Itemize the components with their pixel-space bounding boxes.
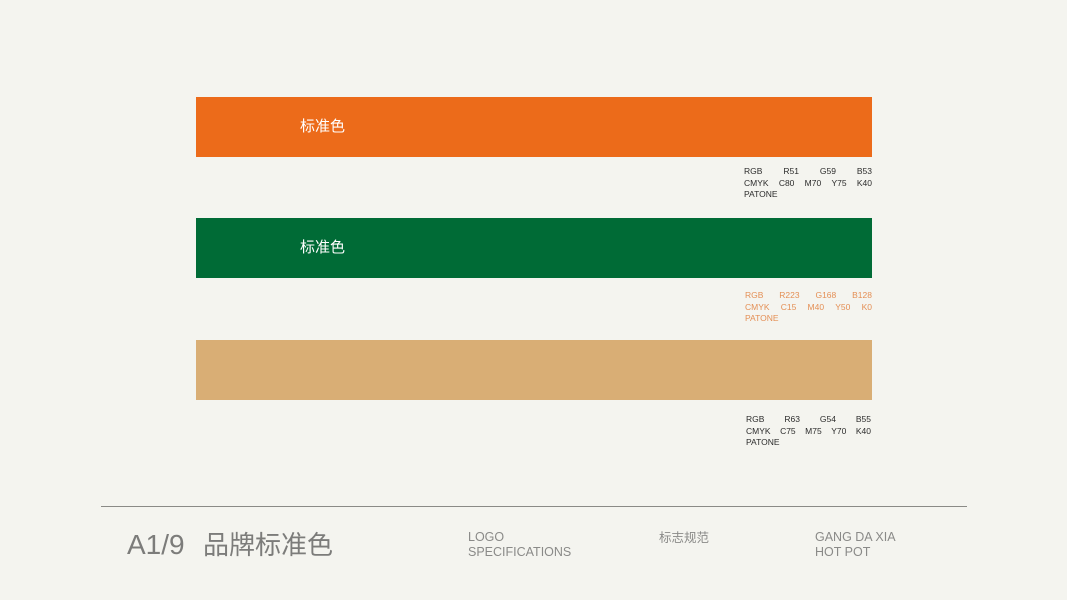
rgb-row: RGB R51 G59 B53 (744, 166, 872, 178)
patone-label: PATONE (744, 189, 778, 199)
cmyk-k: K40 (856, 177, 872, 188)
color-specs-orange: RGB R51 G59 B53 CMYK C80 M70 Y75 K40 PAT… (744, 166, 872, 201)
cmyk-row: CMYK C80 M70 Y75 K40 (744, 178, 872, 190)
cmyk-y: Y75 (831, 177, 847, 188)
color-specs-tan: RGB R63 G54 B55 CMYK C75 M75 Y70 K40 PAT… (746, 414, 871, 449)
patone-row: PATONE (744, 189, 872, 201)
rgb-b: B55 (855, 414, 871, 424)
rgb-row: RGB R223 G168 B128 (745, 290, 872, 302)
rgb-r: R63 (784, 414, 800, 424)
cmyk-m: M40 (807, 301, 825, 312)
cmyk-y: Y50 (835, 301, 851, 312)
brand-name-line1: GANG DA XIA (815, 530, 896, 544)
rgb-g: G54 (819, 414, 836, 424)
swatch-orange: 标准色 (196, 97, 872, 157)
rgb-r: R223 (779, 290, 800, 300)
footer-divider (101, 506, 967, 507)
color-specs-green: RGB R223 G168 B128 CMYK C15 M40 Y50 K0 P… (745, 290, 872, 325)
cmyk-k: K40 (855, 425, 871, 436)
cmyk-c: C80 (778, 177, 795, 188)
rgb-g: G168 (815, 290, 837, 300)
swatch-label: 标准色 (300, 118, 346, 135)
swatch-tan (196, 340, 872, 400)
cmyk-m: M75 (805, 425, 822, 436)
cmyk-k: K0 (861, 301, 872, 312)
cmyk-y: Y70 (831, 425, 847, 436)
cmyk-c: C75 (780, 425, 796, 436)
section-title-en: LOGO SPECIFICATIONS (468, 530, 571, 560)
cmyk-m: M70 (804, 177, 822, 188)
cmyk-label: CMYK (744, 177, 769, 188)
rgb-g: G59 (819, 166, 836, 176)
patone-row: PATONE (746, 437, 871, 449)
rgb-label: RGB (746, 414, 765, 424)
patone-label: PATONE (746, 437, 780, 447)
cmyk-label: CMYK (745, 301, 770, 312)
rgb-b: B128 (852, 290, 872, 300)
page-title: 品牌标准色 (203, 530, 334, 560)
section-title-en-line2: SPECIFICATIONS (468, 545, 572, 559)
rgb-label: RGB (744, 166, 763, 176)
patone-label: PATONE (745, 313, 779, 323)
rgb-label: RGB (745, 290, 764, 300)
brand-name-line2: HOT POT (815, 545, 871, 559)
swatch-green: 标准色 (196, 218, 872, 278)
patone-row: PATONE (745, 313, 872, 325)
swatch-label: 标准色 (300, 239, 346, 256)
cmyk-row: CMYK C75 M75 Y70 K40 (746, 426, 871, 438)
section-title-en-line1: LOGO (468, 530, 505, 544)
rgb-row: RGB R63 G54 B55 (746, 414, 871, 426)
brand-name: GANG DA XIA HOT POT (815, 530, 896, 560)
rgb-b: B53 (856, 166, 872, 176)
section-title-cn: 标志规范 (659, 531, 710, 545)
page-number: A1/9 (127, 529, 185, 560)
cmyk-row: CMYK C15 M40 Y50 K0 (745, 302, 872, 314)
cmyk-label: CMYK (746, 425, 771, 436)
cmyk-c: C15 (780, 301, 797, 312)
rgb-r: R51 (783, 166, 799, 176)
